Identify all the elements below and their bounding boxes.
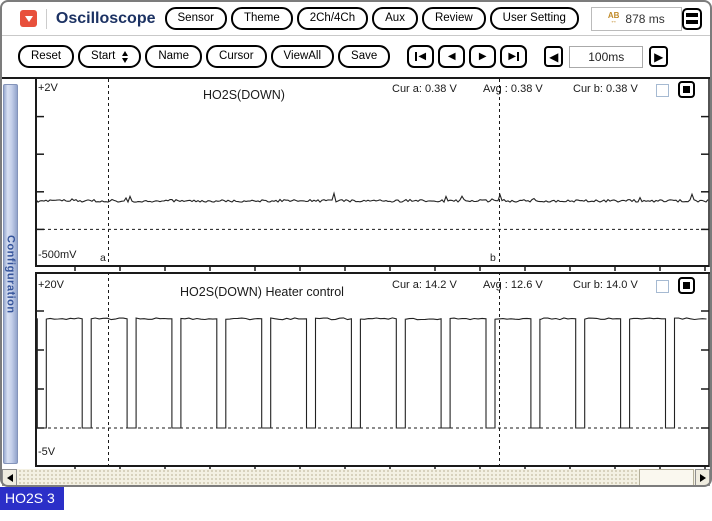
skip-to-start-button[interactable]: ◀ [407, 45, 434, 68]
transport-controls: ◀ ◀ ▶ ▶ [407, 45, 527, 68]
channel-2-scale-bottom: -5V [38, 446, 55, 458]
name-button[interactable]: Name [145, 45, 202, 68]
scroll-left-button[interactable] [2, 469, 17, 486]
timebase-decrease-button[interactable]: ◀ [544, 46, 563, 67]
channel-1-scale-bottom: -500mV [38, 249, 77, 261]
channel-1-scale-top: +2V [38, 82, 58, 94]
ab-time-readout: AB↔ 878 ms [591, 7, 682, 31]
cursor-button[interactable]: Cursor [206, 45, 267, 68]
channel-2-visibility-checkbox[interactable] [656, 280, 669, 293]
updown-spinner-icon [122, 51, 128, 63]
record-tab[interactable]: HO2S 3 [0, 487, 64, 510]
down-triangle-icon [25, 16, 33, 22]
channel-1-plot [35, 79, 710, 272]
channel-2-color-button[interactable] [678, 277, 695, 294]
app-title: Oscilloscope [56, 10, 156, 28]
channel-2-avg-value: Avg : 12.6 V [483, 279, 543, 291]
channel-1-color-button[interactable] [678, 81, 695, 98]
start-button[interactable]: Start [78, 45, 141, 68]
review-button[interactable]: Review [422, 7, 486, 30]
channel-1-cursor-b-value: Cur b: 0.38 V [573, 83, 638, 95]
user-setting-button[interactable]: User Setting [490, 7, 579, 30]
timebase-control: ◀ 100ms ▶ [544, 46, 668, 68]
channel-1-avg-value: Avg : 0.38 V [483, 83, 543, 95]
channel-mode-button[interactable]: 2Ch/4Ch [297, 7, 368, 30]
channel-2-title: HO2S(DOWN) Heater control [152, 285, 372, 299]
channel-1-cursor-a-value: Cur a: 0.38 V [392, 83, 457, 95]
ab-measure-icon: AB↔ [608, 13, 620, 24]
save-button[interactable]: Save [338, 45, 390, 68]
left-arrow-icon [7, 474, 13, 482]
channel-2-cursor-a-value: Cur a: 14.2 V [392, 279, 457, 291]
step-back-button[interactable]: ◀ [438, 45, 465, 68]
sensor-button[interactable]: Sensor [165, 7, 227, 30]
aux-button[interactable]: Aux [372, 7, 418, 30]
menu-bar-icon [686, 20, 698, 24]
skip-to-end-button[interactable]: ▶ [500, 45, 527, 68]
app-dropdown-icon[interactable] [20, 10, 37, 27]
timebase-value: 100ms [569, 46, 643, 68]
channel-2-cursor-b-value: Cur b: 14.0 V [573, 279, 638, 291]
menubar: Oscilloscope Sensor Theme 2Ch/4Ch Aux Re… [2, 2, 710, 36]
cursor-b-handle[interactable]: b [490, 252, 496, 264]
channel-1-visibility-checkbox[interactable] [656, 84, 669, 97]
divider [46, 9, 47, 29]
channel-1-title: HO2S(DOWN) [134, 88, 354, 102]
menu-bar-icon [686, 13, 698, 17]
ab-time-value: 878 ms [625, 12, 664, 26]
channel-2: +20V HO2S(DOWN) Heater control Cur a: 14… [2, 272, 710, 472]
timebase-increase-button[interactable]: ▶ [649, 46, 668, 67]
channel-1: +2V HO2S(DOWN) Cur a: 0.38 V Avg : 0.38 … [2, 79, 710, 272]
window-menu-button[interactable] [682, 8, 702, 30]
channel-2-scale-top: +20V [38, 279, 64, 291]
scroll-right-button[interactable] [695, 469, 710, 486]
scrollbar-thumb[interactable] [639, 469, 694, 486]
scope-display: Configuration +2V HO2S(DOWN) Cur a: 0.38… [2, 79, 710, 469]
theme-button[interactable]: Theme [231, 7, 293, 30]
step-forward-button[interactable]: ▶ [469, 45, 496, 68]
right-arrow-icon [700, 474, 706, 482]
cursor-a-handle[interactable]: a [100, 252, 106, 264]
reset-button[interactable]: Reset [18, 45, 74, 68]
toolbar: Reset Start Name Cursor ViewAll Save ◀ ◀… [2, 36, 710, 79]
channel-2-plot [35, 272, 710, 472]
horizontal-scrollbar[interactable] [2, 469, 710, 486]
oscilloscope-window: Oscilloscope Sensor Theme 2Ch/4Ch Aux Re… [0, 0, 712, 521]
viewall-button[interactable]: ViewAll [271, 45, 335, 68]
